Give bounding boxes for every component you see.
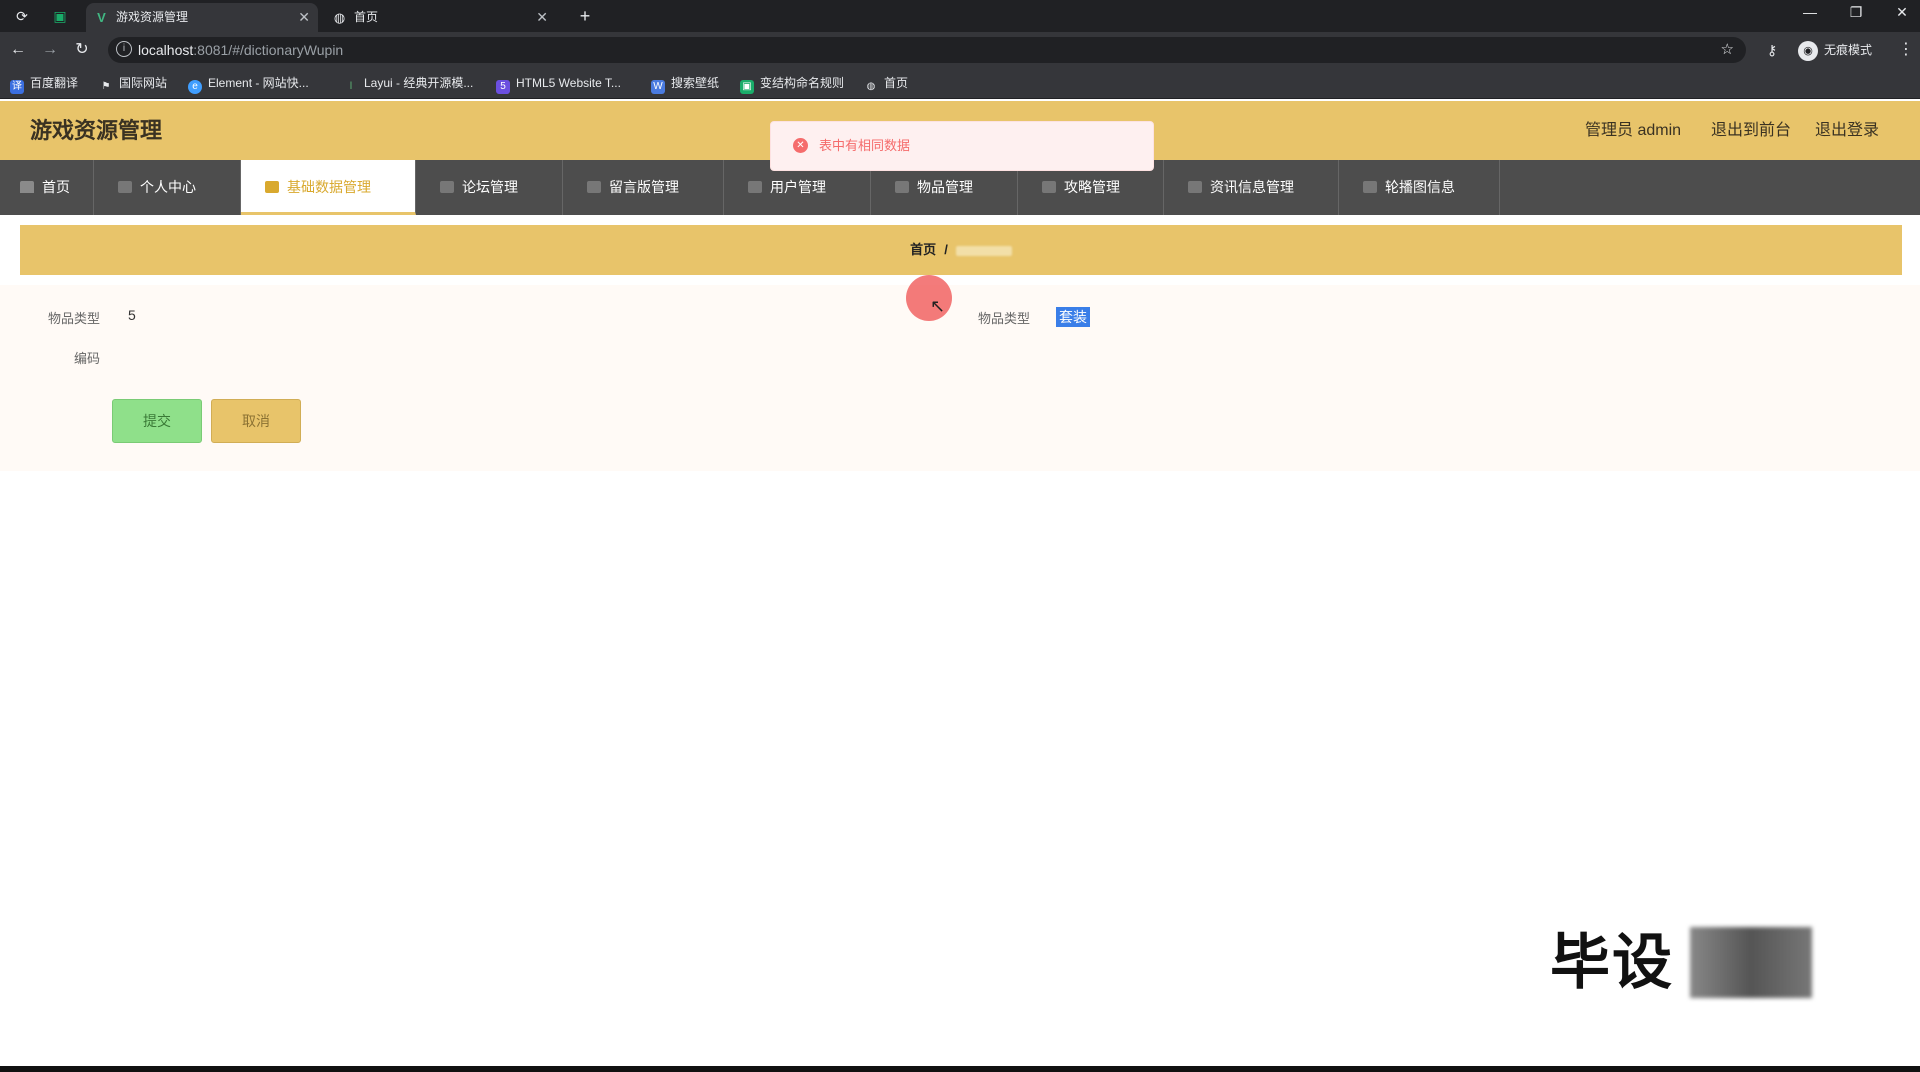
browser-menu-dots-icon[interactable]: ⋮ xyxy=(1898,40,1914,60)
news-icon xyxy=(1188,181,1202,193)
bookmark-star-icon[interactable]: ☆ xyxy=(1721,37,1734,63)
tab-title: 游戏资源管理 xyxy=(116,10,189,24)
app-title: 游戏资源管理 xyxy=(30,118,163,143)
minimize-icon[interactable]: — xyxy=(1795,4,1825,20)
back-to-front-link[interactable]: 退出到前台 xyxy=(1711,101,1791,160)
bookmarks-bar: 译百度翻译 ⚑ 国际网站 e Element - 网站快... l Layui - 经… xyxy=(0,68,1920,99)
user-icon xyxy=(118,181,132,193)
url-text[interactable]: localhost:8081/#/dictionaryWupin xyxy=(138,37,343,63)
globe-icon: ◍ xyxy=(333,10,346,25)
nav-item-profile[interactable]: 个人中心 xyxy=(94,160,241,215)
guide-icon xyxy=(1042,181,1056,193)
bookmark-item[interactable]: 译百度翻译 xyxy=(10,68,78,98)
nav-item-forum[interactable]: 论坛管理 xyxy=(416,160,563,215)
users-icon xyxy=(748,181,762,193)
wallpaper-icon: W xyxy=(651,80,665,94)
key-icon[interactable]: ⚷ xyxy=(1767,40,1777,60)
error-icon: ✕ xyxy=(793,138,808,153)
info-icon[interactable]: i xyxy=(116,41,132,57)
error-toast: ✕ 表中有相同数据 xyxy=(770,121,1154,171)
bottom-edge xyxy=(0,1066,1920,1072)
incognito-icon: ◉ xyxy=(1798,40,1818,61)
tab-title: 首页 xyxy=(354,10,379,24)
vue-logo-icon: V xyxy=(97,10,106,25)
bookmark-item[interactable]: ◍ 首页 xyxy=(864,68,908,98)
nav-item-news[interactable]: 资讯信息管理 xyxy=(1164,160,1339,215)
cancel-button[interactable]: 取消 xyxy=(211,399,301,443)
naming-rules-icon: ▣ xyxy=(740,80,754,94)
tab-search-icon[interactable]: ▣ xyxy=(50,6,70,26)
bookmark-item[interactable]: e Element - 网站快... xyxy=(188,68,309,98)
nav-item-carousel[interactable]: 轮播图信息 xyxy=(1339,160,1500,215)
element-icon: e xyxy=(188,80,202,94)
logout-link[interactable]: 退出登录 xyxy=(1815,101,1879,160)
browser-menu-icon[interactable]: ⟳ xyxy=(12,6,32,26)
admin-label: 管理员 admin xyxy=(1585,122,1682,139)
address-bar[interactable]: i localhost:8081/#/dictionaryWupin ☆ xyxy=(108,37,1746,63)
field-label-goods-type-name: 物品类型 xyxy=(977,311,1030,326)
goods-type-id-input[interactable]: 5 xyxy=(128,307,136,323)
flag-icon: ⚑ xyxy=(101,81,111,92)
close-window-icon[interactable]: ✕ xyxy=(1887,4,1917,21)
nav-item-base-data[interactable]: 基础数据管理 xyxy=(241,160,416,215)
translate-icon: 译 xyxy=(10,80,24,94)
tab-close-icon[interactable]: ✕ xyxy=(536,3,548,32)
incognito-indicator[interactable]: ◉ 无痕模式 xyxy=(1798,40,1872,61)
bookmark-item[interactable]: W 搜索壁纸 xyxy=(651,68,719,98)
bookmark-item[interactable]: l Layui - 经典开源模... xyxy=(344,68,473,98)
back-icon[interactable]: ← xyxy=(7,40,29,60)
watermark-blurred-area xyxy=(1690,927,1812,998)
edit-form: 物品类型 5 物品类型 套装 编码 提交 取消 xyxy=(0,285,1920,471)
toast-message: 表中有相同数据 xyxy=(819,138,911,153)
forward-icon[interactable]: → xyxy=(39,40,61,60)
watermark: 毕设 xyxy=(1550,925,1812,1000)
mouse-pointer-icon: ↖ xyxy=(930,296,946,316)
field-label-code: 编码 xyxy=(73,351,100,366)
bookmark-item[interactable]: ▣ 变结构命名规则 xyxy=(740,68,844,98)
nav-item-message-board[interactable]: 留言版管理 xyxy=(563,160,724,215)
field-label-goods-type-id: 物品类型 xyxy=(47,311,100,326)
data-icon xyxy=(265,181,279,193)
forum-icon xyxy=(440,181,454,193)
breadcrumb-home[interactable]: 首页 xyxy=(910,242,936,257)
globe-icon: ◍ xyxy=(866,81,876,92)
layui-icon: l xyxy=(349,81,353,92)
restore-icon[interactable]: ❐ xyxy=(1841,4,1871,21)
breadcrumb: 首页 / xyxy=(20,225,1902,275)
new-tab-icon[interactable]: + xyxy=(574,5,596,27)
reload-icon[interactable]: ↻ xyxy=(71,40,93,60)
cursor-highlight xyxy=(906,275,952,321)
browser-tab-active[interactable]: V 游戏资源管理 ✕ xyxy=(86,3,318,32)
bookmark-item[interactable]: 5 HTML5 Website T... xyxy=(496,68,621,98)
home-icon xyxy=(20,181,34,193)
bookmark-item[interactable]: ⚑ 国际网站 xyxy=(99,68,168,98)
message-icon xyxy=(587,181,601,193)
browser-tab-strip: ⟳ ▣ V 游戏资源管理 ✕ ◍ 首页 ✕ + — ❐ ✕ xyxy=(0,0,1920,32)
browser-toolbar: ← → ↻ i localhost:8081/#/dictionaryWupin… xyxy=(0,32,1920,68)
html5-icon: 5 xyxy=(496,80,510,94)
browser-tab[interactable]: ◍ 首页 ✕ xyxy=(324,3,556,32)
submit-button[interactable]: 提交 xyxy=(112,399,202,443)
tab-close-icon[interactable]: ✕ xyxy=(298,3,310,32)
breadcrumb-current xyxy=(955,245,1012,256)
goods-type-name-input[interactable]: 套装 xyxy=(1056,307,1090,327)
watermark-text: 毕设 xyxy=(1550,929,1674,996)
carousel-icon xyxy=(1363,181,1377,193)
breadcrumb-separator: / xyxy=(944,242,948,257)
goods-icon xyxy=(895,181,909,193)
nav-item-home[interactable]: 首页 xyxy=(0,160,94,215)
